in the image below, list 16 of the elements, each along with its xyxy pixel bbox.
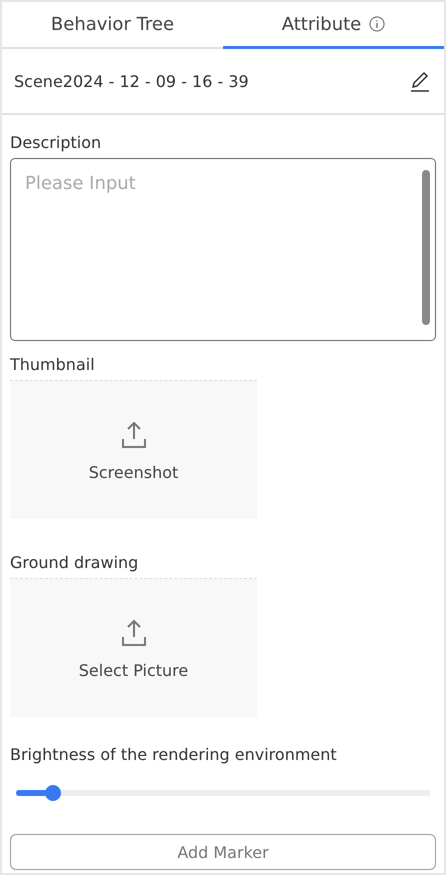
upload-action: Select Picture	[78, 660, 188, 680]
brightness-label: Brightness of the rendering environment	[10, 745, 338, 764]
scene-name: Scene2024 - 12 - 09 - 16 - 39	[14, 72, 249, 90]
tab[interactable]: Attribute	[223, 2, 444, 49]
scrollbar[interactable]	[422, 170, 430, 325]
description-label: Description	[10, 133, 102, 152]
pencil-icon[interactable]	[408, 69, 432, 93]
upload-label: Thumbnail	[10, 355, 96, 374]
upload-label: Ground drawing	[10, 553, 140, 572]
upload-area[interactable]: Select Picture	[10, 578, 257, 717]
slider-thumb[interactable]	[45, 785, 62, 801]
upload-action: Screenshot	[88, 462, 178, 482]
description-field[interactable]: Please Input	[10, 158, 436, 341]
tab[interactable]: Behavior Tree	[2, 2, 223, 49]
add-marker-button[interactable]: Add Marker	[10, 834, 436, 870]
upload-area[interactable]: Screenshot	[10, 380, 257, 519]
